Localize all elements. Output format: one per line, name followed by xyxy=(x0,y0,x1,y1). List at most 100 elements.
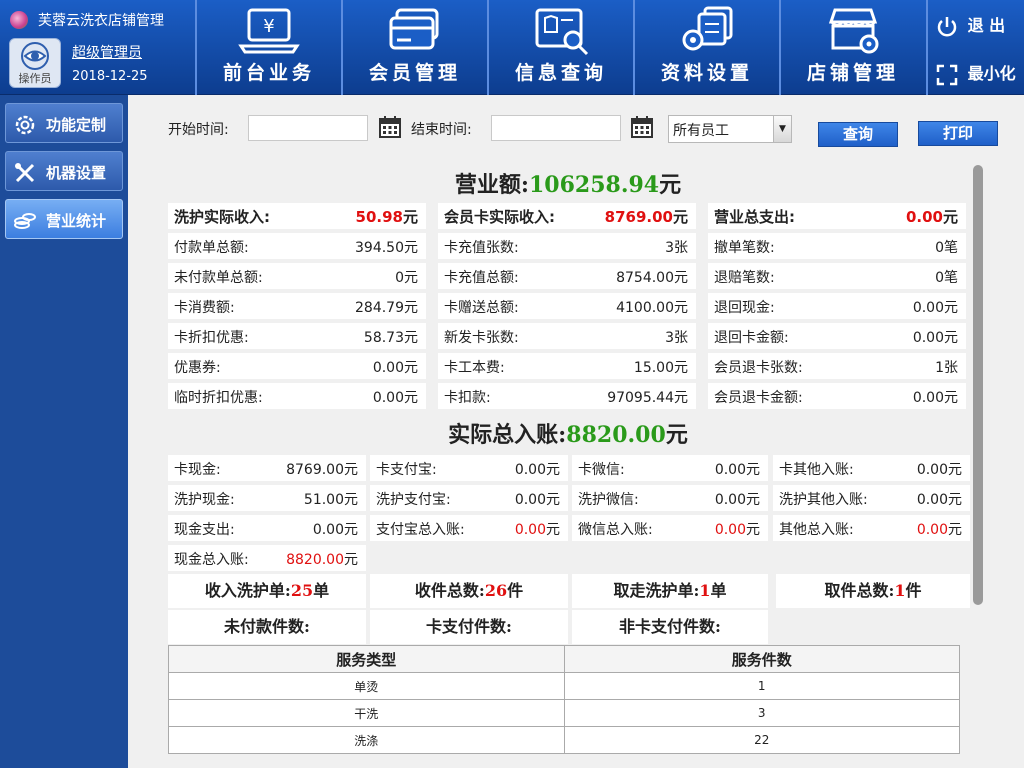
user-name-link[interactable]: 超级管理员 xyxy=(72,42,142,62)
ledger-cell: 洗护其他入账: 0.00元 xyxy=(773,485,970,511)
ledger-label: 洗护支付宝: xyxy=(376,492,451,508)
ledger-amount: 0.00 xyxy=(714,522,746,538)
stat-value: 4100.00元 xyxy=(616,300,688,316)
nav-front-desk[interactable]: ¥ 前台业务 xyxy=(195,0,341,95)
stat-value: 0元 xyxy=(395,270,418,286)
nav-label: 信息查询 xyxy=(514,62,607,84)
calendar-icon[interactable] xyxy=(378,115,402,139)
calendar-icon[interactable] xyxy=(630,115,654,139)
ledger-cell: 微信总入账: 0.00元 xyxy=(572,515,768,541)
service-table: 服务类型 服务件数 单烫 1 干洗 3 洗涤 22 xyxy=(168,645,960,754)
stat-row: 卡折扣优惠: 58.73元 xyxy=(168,323,426,349)
summary-header-amount: 0.00 xyxy=(905,208,943,226)
stats-panel: 开始时间: 结束时间: 所有员工 ▼ 查询 打印 营业额:106258.94元 … xyxy=(128,95,1024,768)
ledger-unit: 元 xyxy=(746,522,760,538)
staff-select[interactable]: 所有员工 ▼ xyxy=(668,115,792,143)
minimize-label: 最小化 xyxy=(967,64,1016,83)
start-time-input[interactable] xyxy=(248,115,368,141)
count-cell: 取走洗护单:1单 xyxy=(572,574,768,608)
sidebar-item-business-stats[interactable]: 营业统计 xyxy=(5,199,123,239)
stat-label: 卡工本费: xyxy=(444,360,505,376)
query-button[interactable]: 查询 xyxy=(818,122,898,147)
stat-value: 3张 xyxy=(665,240,688,256)
stat-value: 0笔 xyxy=(935,270,958,286)
vertical-scrollbar[interactable] xyxy=(973,165,983,605)
nav-label: 店铺管理 xyxy=(806,62,899,84)
ledger-value: 51.00元 xyxy=(303,492,358,508)
count-value: 26 xyxy=(484,581,508,600)
store-settings-icon xyxy=(828,8,879,54)
service-type-cell: 洗涤 xyxy=(168,726,565,754)
table-row: 洗涤 22 xyxy=(168,726,960,754)
exit-label: 退 出 xyxy=(967,16,1006,35)
stat-label: 新发卡张数: xyxy=(444,330,519,346)
count-label: 未付款件数: xyxy=(224,617,310,636)
nav-store-management[interactable]: 店铺管理 xyxy=(779,0,925,95)
ledger-label: 卡支付宝: xyxy=(376,462,437,478)
count-cell: 卡支付件数: xyxy=(370,610,568,644)
stat-row: 卡工本费: 15.00元 xyxy=(438,353,696,379)
info-search-icon xyxy=(535,8,589,56)
ledger-value: 8820.00元 xyxy=(286,549,358,569)
ledger-value: 0.00元 xyxy=(714,462,760,478)
ledger-label: 卡微信: xyxy=(578,462,625,478)
ledger-label: 洗护微信: xyxy=(578,492,639,508)
actual-value: 8820.00 xyxy=(566,422,666,448)
minimize-button[interactable]: 最小化 xyxy=(936,60,1016,90)
sidebar: 功能定制 机器设置 营业统计 xyxy=(0,95,128,768)
count-unit: 件 xyxy=(507,581,524,600)
table-row: 单烫 1 xyxy=(168,672,960,700)
ledger-label: 洗护其他入账: xyxy=(779,492,868,508)
nav-info-query[interactable]: 信息查询 xyxy=(487,0,633,95)
stat-value: 1张 xyxy=(935,360,958,376)
stat-row: 付款单总额: 394.50元 xyxy=(168,233,426,259)
power-icon xyxy=(937,16,957,36)
start-time-label: 开始时间: xyxy=(168,122,229,138)
summary-header-value: 50.98元 xyxy=(356,206,418,227)
stat-row: 卡充值张数: 3张 xyxy=(438,233,696,259)
exit-button[interactable]: 退 出 xyxy=(936,12,1005,42)
end-time-input[interactable] xyxy=(491,115,621,141)
brand-panel: 芙蓉云洗衣店铺管理 操作员 超级管理员 2018-12-25 xyxy=(0,0,195,95)
stat-value: 97095.44元 xyxy=(607,390,688,406)
stat-row: 新发卡张数: 3张 xyxy=(438,323,696,349)
ledger-unit: 元 xyxy=(546,522,560,538)
summary-header-unit: 元 xyxy=(942,208,958,226)
stat-label: 优惠券: xyxy=(174,360,221,376)
nav-label: 前台业务 xyxy=(222,62,315,84)
ledger-cell: 卡现金: 8769.00元 xyxy=(168,455,366,481)
stat-label: 卡扣款: xyxy=(444,390,491,406)
summary-header-unit: 元 xyxy=(402,208,418,226)
sidebar-item-machine-settings[interactable]: 机器设置 xyxy=(5,151,123,191)
service-type-cell: 单烫 xyxy=(168,672,565,700)
count-label: 非卡支付件数: xyxy=(619,617,721,636)
stat-value: 0.00元 xyxy=(912,390,958,406)
gear-icon xyxy=(15,115,35,135)
chevron-down-icon[interactable]: ▼ xyxy=(773,116,791,142)
nav-data-settings[interactable]: 资料设置 xyxy=(633,0,779,95)
ledger-cell: 现金支出: 0.00元 xyxy=(168,515,366,541)
count-unit: 单 xyxy=(710,581,727,600)
minimize-icon xyxy=(936,64,958,85)
column-header: 服务件数 xyxy=(563,645,960,673)
ledger-label: 卡其他入账: xyxy=(779,462,854,478)
sidebar-item-feature-custom[interactable]: 功能定制 xyxy=(5,103,123,143)
avatar[interactable]: 操作员 xyxy=(9,38,61,88)
ledger-cell: 其他总入账: 0.00元 xyxy=(773,515,970,541)
operator-eye-icon xyxy=(21,42,49,70)
ledger-label: 微信总入账: xyxy=(578,522,653,538)
service-count-cell: 1 xyxy=(563,672,960,700)
svg-text:¥: ¥ xyxy=(263,16,274,37)
stat-label: 卡赠送总额: xyxy=(444,300,519,316)
stat-row: 临时折扣优惠: 0.00元 xyxy=(168,383,426,409)
stat-value: 8754.00元 xyxy=(616,270,688,286)
stat-row: 退回现金: 0.00元 xyxy=(708,293,966,319)
count-label: 取件总数: xyxy=(824,581,895,600)
ledger-label: 洗护现金: xyxy=(174,492,235,508)
summary-header-unit: 元 xyxy=(672,208,688,226)
print-button[interactable]: 打印 xyxy=(918,121,998,146)
nav-member-management[interactable]: 会员管理 xyxy=(341,0,487,95)
stat-label: 卡消费额: xyxy=(174,300,235,316)
tools-icon xyxy=(15,163,35,183)
data-settings-icon xyxy=(682,6,733,51)
